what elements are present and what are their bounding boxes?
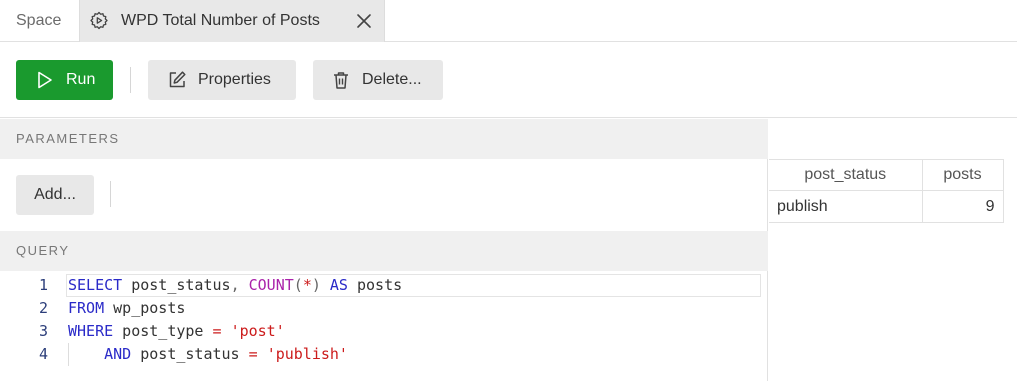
code-line[interactable]: 3 WHERE post_type = 'post'	[0, 320, 768, 343]
line-number: 1	[38, 276, 48, 294]
code-line[interactable]: 1 SELECT post_status, COUNT(*) AS posts	[0, 274, 768, 297]
trash-icon	[334, 72, 348, 89]
code-token: 'post'	[230, 322, 285, 340]
parameters-body: Add...	[0, 159, 768, 231]
code-token: AS	[329, 276, 348, 294]
close-icon[interactable]	[356, 13, 372, 29]
code-token: AND	[104, 345, 132, 363]
code-token: COUNT	[248, 276, 294, 294]
parameters-divider	[110, 181, 111, 207]
edit-icon	[169, 71, 186, 88]
add-parameter-button[interactable]: Add...	[16, 175, 94, 215]
table-row[interactable]: publish 9	[769, 190, 1004, 223]
column-header-posts[interactable]: posts	[922, 159, 1004, 191]
code-text: SELECT post_status, COUNT(*) AS posts	[68, 274, 402, 297]
line-number: 4	[38, 345, 48, 363]
code-token: post_type	[113, 322, 213, 340]
cell-posts[interactable]: 9	[922, 190, 1004, 223]
code-text: AND post_status = 'publish'	[68, 343, 348, 366]
properties-button[interactable]: Properties	[148, 60, 296, 100]
properties-label: Properties	[198, 71, 271, 88]
play-icon	[38, 71, 52, 89]
toolbar: Run Properties Delete...	[0, 43, 1017, 118]
query-heading: QUERY	[0, 231, 768, 271]
parameters-heading: PARAMETERS	[0, 119, 768, 159]
run-button[interactable]: Run	[16, 60, 113, 100]
code-text: WHERE post_type = 'post'	[68, 320, 285, 343]
tab-title: WPD Total Number of Posts	[121, 12, 320, 29]
tab-bar: Space WPD Total Number of Posts	[0, 0, 1017, 42]
code-token: WHERE	[68, 322, 114, 340]
sql-editor[interactable]: 1 SELECT post_status, COUNT(*) AS posts 2 F…	[0, 271, 768, 381]
code-token: posts	[347, 276, 403, 294]
code-token: =	[212, 322, 222, 340]
tab-space[interactable]: Space	[0, 0, 79, 42]
results-pane: post_status posts publish 9	[769, 119, 1017, 381]
editor-pane: PARAMETERS Add... QUERY 1 SELECT post_sta…	[0, 119, 768, 381]
line-number: 3	[38, 322, 48, 340]
code-line[interactable]: 4 AND post_status = 'publish'	[0, 343, 768, 366]
delete-button[interactable]: Delete...	[313, 60, 443, 100]
code-token: post_status	[122, 276, 231, 294]
toolbar-divider	[130, 67, 131, 93]
add-parameter-label: Add...	[34, 186, 76, 203]
delete-label: Delete...	[362, 71, 422, 88]
line-number: 2	[38, 299, 48, 317]
code-token: )	[311, 276, 321, 294]
code-text: FROM wp_posts	[68, 297, 185, 320]
run-label: Run	[66, 71, 96, 88]
code-token: post_status	[131, 345, 249, 363]
results-header-row: post_status posts	[769, 159, 1004, 191]
code-token: FROM	[68, 299, 105, 317]
code-line[interactable]: 2 FROM wp_posts	[0, 297, 768, 320]
code-token: (	[293, 276, 303, 294]
code-token: 'publish'	[266, 345, 348, 363]
column-header-post-status[interactable]: post_status	[769, 159, 923, 191]
code-token: wp_posts	[104, 299, 186, 317]
code-token: ,	[230, 276, 240, 294]
code-token: =	[248, 345, 258, 363]
tab-active-query[interactable]: WPD Total Number of Posts	[79, 0, 385, 42]
code-token: *	[302, 276, 312, 294]
code-token: SELECT	[68, 276, 123, 294]
results-table: post_status posts publish 9	[769, 159, 1004, 223]
gear-icon	[90, 11, 108, 30]
cell-post-status[interactable]: publish	[769, 190, 923, 223]
